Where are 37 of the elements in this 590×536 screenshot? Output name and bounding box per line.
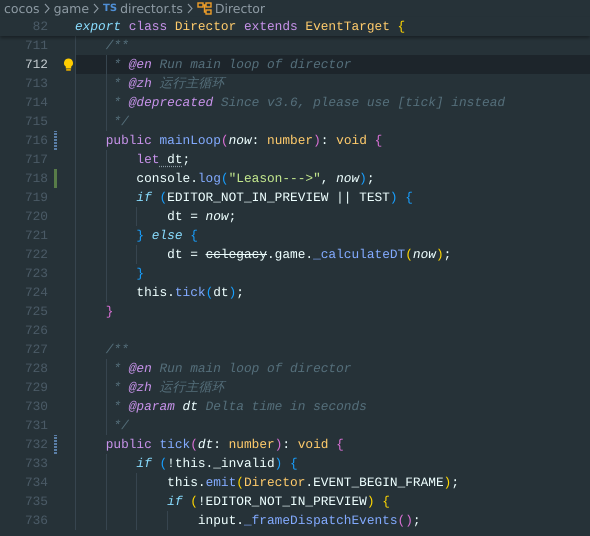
code-line: */ [112,418,129,433]
code-line: * @zh 运行主循环 [112,380,224,395]
code-line: if (!EDITOR_NOT_IN_PREVIEW) { [166,494,390,509]
breadcrumb-item[interactable]: director.ts [120,1,183,16]
code-line: dt = now; [166,209,236,224]
chevron-icon [186,3,194,14]
code-line: * @param dt Delta time in seconds [112,399,367,414]
code-line: public tick(dt: number): void { [104,437,344,452]
breadcrumb-item[interactable]: cocos [4,1,40,16]
typescript-file-icon: TS [103,3,118,14]
code-line: */ [112,114,129,129]
code-line: input._frameDispatchEvents(); [196,513,421,528]
code-line: this.emit(Director.EVENT_BEGIN_FRAME); [166,475,460,490]
code-line: if (EDITOR_NOT_IN_PREVIEW || TEST) { [135,190,413,205]
code-line: /** [104,38,129,53]
class-icon [196,2,212,15]
line-number: 712 [24,56,48,74]
chevron-icon [92,3,100,14]
lightbulb-icon[interactable] [63,58,74,71]
chevron-icon [42,3,51,14]
code-line: this.tick(dt); [135,285,244,300]
code-line: if (!this._invalid) { [135,456,298,471]
code-line: * @en Run main loop of director [112,57,352,72]
code-line: } else { [135,228,198,243]
breadcrumb-item[interactable]: Director [214,1,266,16]
code-line: console.log("Leason--->", now); [135,171,375,186]
code-line: dt = cclegacy.game._calculateDT(now); [166,247,452,262]
code-line: } [135,266,144,281]
code-line: let dt; [135,152,190,167]
code-line: * @en Run main loop of director [112,361,352,376]
code-line: public mainLoop(now: number): void { [104,133,382,148]
code-line: /** [104,342,129,357]
breadcrumb-item[interactable]: game [54,1,90,16]
code-line: } [104,304,114,319]
code-line: * @deprecated Since v3.6, please use [tick] instead [112,95,506,110]
sticky-code-line: export class Director extends EventTarget { [75,19,406,34]
code-line: * @zh 运行主循环 [112,76,224,91]
